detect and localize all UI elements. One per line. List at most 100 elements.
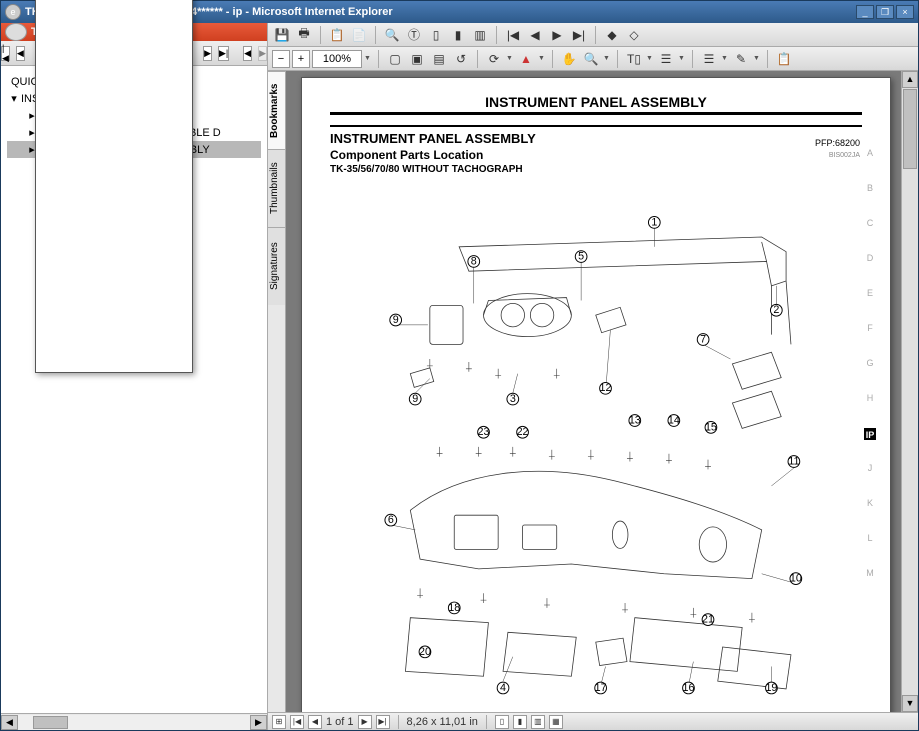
hscroll-left-button[interactable]: ◀ bbox=[1, 715, 18, 730]
vscroll-up-button[interactable]: ▲ bbox=[902, 71, 918, 88]
idx-k[interactable]: K bbox=[864, 498, 876, 510]
minimize-button[interactable]: _ bbox=[856, 5, 874, 19]
svg-text:5: 5 bbox=[578, 250, 584, 262]
history-fwd-icon[interactable]: ◇ bbox=[624, 25, 644, 45]
zoom-input[interactable] bbox=[312, 50, 362, 68]
prev-page-button[interactable]: ◀ bbox=[16, 46, 25, 61]
hscroll-thumb[interactable] bbox=[33, 716, 68, 729]
idx-l[interactable]: L bbox=[864, 533, 876, 545]
layout-cont-icon[interactable]: ▮ bbox=[513, 715, 527, 729]
select-text-icon[interactable]: Ⓣ bbox=[404, 25, 424, 45]
svg-text:19: 19 bbox=[765, 682, 777, 694]
hscroll-right-button[interactable]: ▶ bbox=[250, 715, 267, 730]
svg-text:10: 10 bbox=[790, 573, 802, 585]
idx-g[interactable]: G bbox=[864, 358, 876, 370]
idx-j[interactable]: J bbox=[864, 463, 876, 475]
prev-icon[interactable]: ◀ bbox=[525, 25, 545, 45]
layout-contfacing-icon[interactable]: ▦ bbox=[549, 715, 563, 729]
idx-h[interactable]: H bbox=[864, 393, 876, 405]
layout-single-icon[interactable]: ▯ bbox=[495, 715, 509, 729]
binoculars-icon[interactable]: 🔍 bbox=[382, 25, 402, 45]
nav-back-button[interactable]: ◀ bbox=[243, 46, 252, 61]
reflow-icon[interactable]: ↺ bbox=[451, 49, 471, 69]
paste-icon[interactable]: 📄 bbox=[349, 25, 369, 45]
actual-size-icon[interactable]: ▢ bbox=[385, 49, 405, 69]
svg-text:4: 4 bbox=[500, 682, 506, 694]
adobe-icon[interactable]: ▲ bbox=[516, 49, 536, 69]
ie-icon: e bbox=[5, 4, 21, 20]
last-icon[interactable]: ▶| bbox=[569, 25, 589, 45]
zoom-tool-icon[interactable]: 🔍 bbox=[581, 49, 601, 69]
svg-text:15: 15 bbox=[705, 421, 717, 433]
tab-thumbnails[interactable]: Thumbnails bbox=[268, 149, 285, 227]
doc-cont-icon[interactable]: ▮ bbox=[448, 25, 468, 45]
status-prev-button[interactable]: ◀ bbox=[308, 715, 322, 729]
status-last-button[interactable]: ▶| bbox=[376, 715, 390, 729]
first-page-button[interactable]: |◀ bbox=[1, 46, 10, 61]
svg-text:12: 12 bbox=[600, 382, 612, 394]
svg-text:6: 6 bbox=[388, 514, 394, 526]
vscroll-down-button[interactable]: ▼ bbox=[902, 695, 918, 712]
viewer-vscrollbar[interactable]: ▲ ▼ bbox=[901, 71, 918, 712]
idx-d[interactable]: D bbox=[864, 253, 876, 265]
svg-text:14: 14 bbox=[668, 414, 680, 426]
doc-single-icon[interactable]: ▯ bbox=[426, 25, 446, 45]
note-icon[interactable]: ☰ bbox=[699, 49, 719, 69]
doc-draw-code: BIS002JA bbox=[829, 152, 860, 159]
status-next-button[interactable]: ▶ bbox=[358, 715, 372, 729]
nissan-logo-icon bbox=[5, 23, 27, 41]
close-button[interactable]: × bbox=[896, 5, 914, 19]
svg-text:11: 11 bbox=[788, 455, 799, 467]
vscroll-thumb[interactable] bbox=[903, 89, 917, 169]
exploded-diagram: 1 2 3 4 5 6 7 8 9 9 10 11 12 13 14 15 16 bbox=[342, 188, 830, 696]
doc-pfp-code: PFP:68200 bbox=[815, 138, 860, 148]
status-grab-icon[interactable]: ⊞ bbox=[272, 715, 286, 729]
zoom-control: − + ▼ bbox=[272, 50, 372, 68]
copy-icon[interactable]: 📋 bbox=[327, 25, 347, 45]
idx-f[interactable]: F bbox=[864, 323, 876, 335]
idx-c[interactable]: C bbox=[864, 218, 876, 230]
fit-page-icon[interactable]: ▣ bbox=[407, 49, 427, 69]
hscroll-track[interactable] bbox=[18, 715, 250, 730]
toc-page-indicator: 9 of 16 bbox=[35, 0, 193, 373]
clipboard-tool-icon[interactable]: 📋 bbox=[774, 49, 794, 69]
snapshot-icon[interactable]: ☰ bbox=[656, 49, 676, 69]
first-icon[interactable]: |◀ bbox=[503, 25, 523, 45]
svg-text:7: 7 bbox=[700, 333, 706, 345]
restore-button[interactable]: ❐ bbox=[876, 5, 894, 19]
tab-signatures[interactable]: Signatures bbox=[268, 227, 285, 305]
history-back-icon[interactable]: ◆ bbox=[602, 25, 622, 45]
print-icon[interactable]: 🖶 bbox=[294, 25, 314, 45]
idx-e[interactable]: E bbox=[864, 288, 876, 300]
svg-text:9: 9 bbox=[393, 314, 399, 326]
status-first-button[interactable]: |◀ bbox=[290, 715, 304, 729]
tab-bookmarks[interactable]: Bookmarks bbox=[268, 71, 285, 149]
hand-tool-icon[interactable]: ✋ bbox=[559, 49, 579, 69]
next-icon[interactable]: ▶ bbox=[547, 25, 567, 45]
idx-a[interactable]: A bbox=[864, 148, 876, 160]
doc-heading: INSTRUMENT PANEL ASSEMBLY bbox=[330, 94, 862, 115]
next-page-button[interactable]: ▶ bbox=[203, 46, 212, 61]
svg-text:17: 17 bbox=[595, 682, 607, 694]
last-page-button[interactable]: ▶| bbox=[218, 46, 229, 61]
left-hscrollbar[interactable]: ◀ ▶ bbox=[1, 713, 267, 730]
idx-ip[interactable]: IP bbox=[864, 428, 876, 440]
text-select-icon[interactable]: T▯ bbox=[624, 49, 644, 69]
save-icon[interactable]: 💾 bbox=[272, 25, 292, 45]
idx-b[interactable]: B bbox=[864, 183, 876, 195]
svg-text:1: 1 bbox=[651, 216, 657, 228]
nav-fwd-button[interactable]: ▶ bbox=[258, 46, 267, 61]
rotate-icon[interactable]: ⟳ bbox=[484, 49, 504, 69]
svg-text:23: 23 bbox=[478, 426, 490, 438]
layout-facing-icon[interactable]: ▥ bbox=[531, 715, 545, 729]
svg-text:2: 2 bbox=[773, 304, 779, 316]
zoom-dropdown-icon[interactable]: ▼ bbox=[364, 55, 372, 62]
idx-m[interactable]: M bbox=[864, 568, 876, 580]
doc-facing-icon[interactable]: ▥ bbox=[470, 25, 490, 45]
svg-text:21: 21 bbox=[702, 614, 714, 626]
zoom-out-button[interactable]: − bbox=[272, 50, 290, 68]
svg-text:8: 8 bbox=[471, 255, 477, 267]
fit-width-icon[interactable]: ▤ bbox=[429, 49, 449, 69]
zoom-in-button[interactable]: + bbox=[292, 50, 310, 68]
highlight-icon[interactable]: ✎ bbox=[731, 49, 751, 69]
